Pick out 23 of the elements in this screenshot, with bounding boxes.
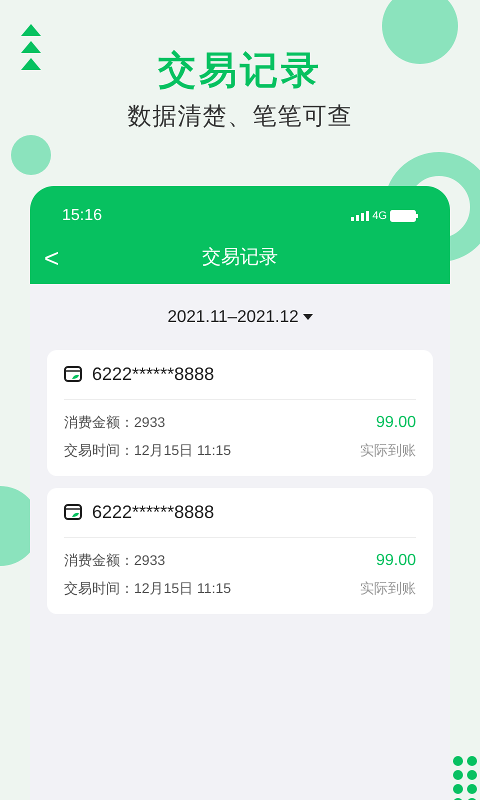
card-icon xyxy=(64,504,82,520)
card-number: 6222******8888 xyxy=(92,362,214,386)
time-label: 交易时间：12月15日 11:15 xyxy=(64,579,232,598)
network-label: 4G xyxy=(372,208,387,224)
amount-value: 99.00 xyxy=(376,550,416,570)
status-label: 实际到账 xyxy=(360,441,416,460)
amount-value: 99.00 xyxy=(376,412,416,432)
time-label: 交易时间：12月15日 11:15 xyxy=(64,441,232,460)
battery-icon xyxy=(390,210,418,222)
page-title: 交易记录 xyxy=(202,246,278,270)
amount-label: 消费金额：2933 xyxy=(64,551,166,570)
card-icon xyxy=(64,366,82,382)
card-number: 6222******8888 xyxy=(92,500,214,524)
date-range-selector[interactable]: 2021.11–2021.12 xyxy=(167,304,313,330)
amount-label: 消费金额：2933 xyxy=(64,413,166,432)
headline: 交易记录 xyxy=(158,49,322,94)
triangles-icon xyxy=(21,24,41,72)
caret-icon xyxy=(302,314,313,320)
tagline: 数据清楚、笔笔可查 xyxy=(128,102,352,132)
status-time: 15:16 xyxy=(62,206,102,226)
dots-icon xyxy=(452,756,480,800)
signal-icon xyxy=(351,211,370,221)
status-label: 实际到账 xyxy=(360,579,416,598)
